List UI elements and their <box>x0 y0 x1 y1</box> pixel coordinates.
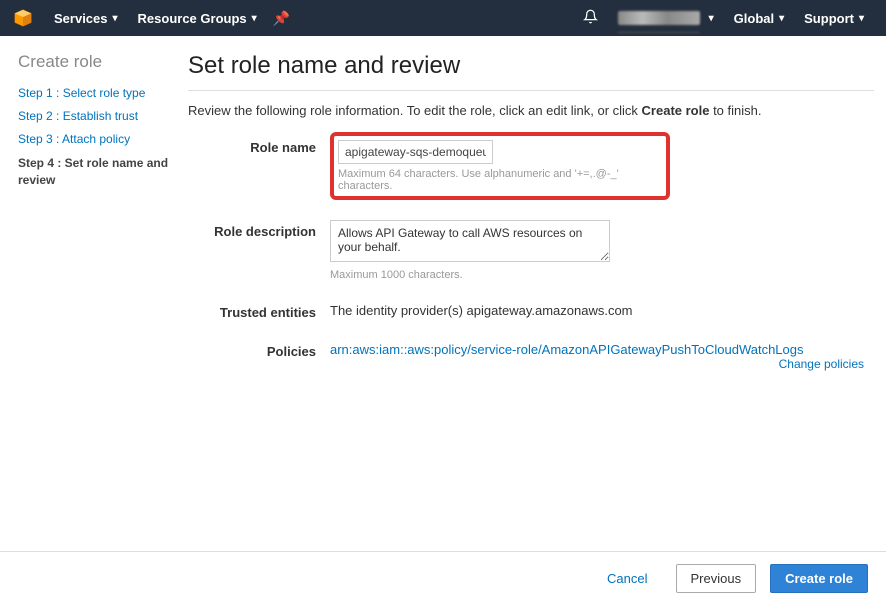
previous-button[interactable]: Previous <box>676 564 757 593</box>
nav-account[interactable]: ▾ <box>608 11 724 25</box>
nav-support-label: Support <box>804 11 854 26</box>
change-policies-link[interactable]: Change policies <box>779 357 864 371</box>
role-name-input[interactable] <box>338 140 493 164</box>
role-description-label: Role description <box>188 220 330 239</box>
review-bold: Create role <box>642 103 710 118</box>
step-2-link[interactable]: Step 2 : Establish trust <box>18 109 170 123</box>
review-instructions: Review the following role information. T… <box>188 103 874 118</box>
nav-services-label: Services <box>54 11 108 26</box>
bell-icon[interactable] <box>583 9 598 28</box>
role-description-hint: Maximum 1000 characters. <box>330 269 874 281</box>
content-area: Set role name and review Review the foll… <box>188 52 874 391</box>
cancel-button[interactable]: Cancel <box>593 565 661 592</box>
pin-icon[interactable]: 📌 <box>273 10 290 27</box>
trusted-entities-label: Trusted entities <box>188 301 330 320</box>
nav-region[interactable]: Global ▾ <box>724 11 794 26</box>
step-4-current: Step 4 : Set role name and review <box>18 155 170 189</box>
account-name-blurred <box>618 11 700 25</box>
sidebar-title: Create role <box>18 52 170 72</box>
trusted-entities-value: The identity provider(s) apigateway.amaz… <box>330 301 874 318</box>
divider <box>188 90 874 91</box>
nav-support[interactable]: Support ▾ <box>794 11 874 26</box>
nav-resource-groups-label: Resource Groups <box>138 11 247 26</box>
wizard-footer: Cancel Previous Create role <box>0 551 886 613</box>
nav-region-label: Global <box>734 11 774 26</box>
top-nav: Services ▾ Resource Groups ▾ 📌 ▾ Global … <box>0 0 886 36</box>
caret-down-icon: ▾ <box>779 13 784 24</box>
role-name-highlight: Maximum 64 characters. Use alphanumeric … <box>330 132 670 200</box>
role-description-textarea[interactable]: Allows API Gateway to call AWS resources… <box>330 220 610 262</box>
wizard-sidebar: Create role Step 1 : Select role type St… <box>18 52 188 391</box>
caret-down-icon: ▾ <box>709 13 714 24</box>
review-prefix: Review the following role information. T… <box>188 103 642 118</box>
role-name-label: Role name <box>188 136 330 155</box>
review-suffix: to finish. <box>709 103 761 118</box>
policies-label: Policies <box>188 340 330 359</box>
nav-services[interactable]: Services ▾ <box>44 11 128 26</box>
caret-down-icon: ▾ <box>113 13 118 24</box>
create-role-button[interactable]: Create role <box>770 564 868 593</box>
role-name-hint: Maximum 64 characters. Use alphanumeric … <box>338 168 662 192</box>
caret-down-icon: ▾ <box>859 13 864 24</box>
aws-logo-icon[interactable] <box>12 7 34 29</box>
step-1-link[interactable]: Step 1 : Select role type <box>18 86 170 100</box>
nav-resource-groups[interactable]: Resource Groups ▾ <box>128 11 267 26</box>
page-title: Set role name and review <box>188 52 874 80</box>
caret-down-icon: ▾ <box>252 13 257 24</box>
policy-arn-link[interactable]: arn:aws:iam::aws:policy/service-role/Ama… <box>330 342 804 357</box>
step-3-link[interactable]: Step 3 : Attach policy <box>18 132 170 146</box>
